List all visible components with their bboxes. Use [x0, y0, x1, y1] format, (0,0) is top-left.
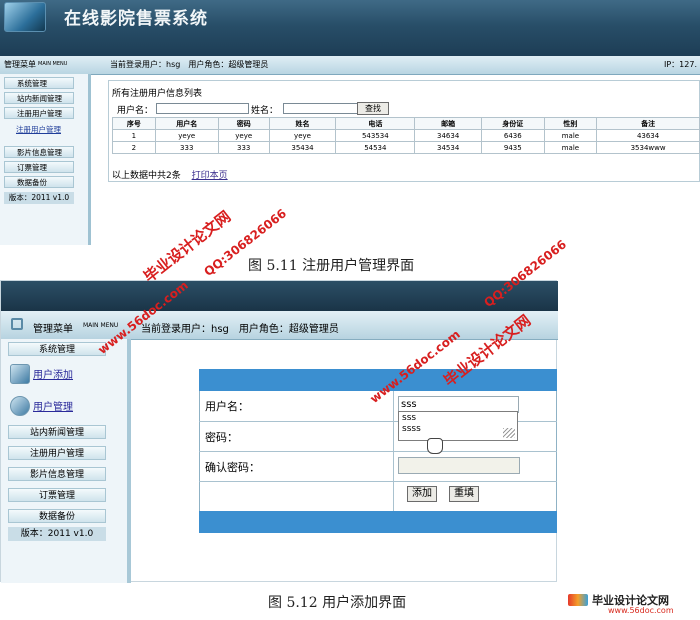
menu-subtitle: MAIN MENU [38, 61, 68, 67]
sidebar-item-backup[interactable]: 数据备份 [8, 509, 106, 523]
table-cell: 34534 [414, 141, 482, 154]
name-label: 姓名： [251, 106, 279, 116]
monitor-logo-icon [4, 2, 46, 32]
row-divider [199, 451, 557, 452]
table-row[interactable]: 1 yeye yeye yeye 543534 34634 6436 male … [112, 129, 700, 142]
username-label: 用户名： [117, 106, 154, 116]
table-cell: male [543, 141, 598, 154]
col-header: 邮箱 [414, 117, 482, 130]
brand-icon [568, 594, 588, 606]
system-title: 在线影院售票系统 [64, 9, 208, 29]
ip-label: IP：127. [664, 60, 697, 69]
status-bar: 管理菜单 MAIN MENU 当前登录用户：hsg 用户角色：超级管理员 [1, 311, 558, 340]
sidebar-item-films[interactable]: 影片信息管理 [8, 467, 106, 481]
table-cell: 333 [217, 141, 270, 154]
table-cell: 2 [112, 141, 156, 154]
summary-text: 以上数据中共2条 打印本页 [112, 168, 228, 181]
search-button[interactable]: 查找 [357, 102, 389, 115]
sidebar-item-system[interactable]: 系统管理 [8, 342, 106, 356]
sidebar-item-users-active[interactable]: 注册用户管理 [4, 124, 74, 136]
link-add-user[interactable]: 用户添加 [33, 366, 73, 381]
table-cell: 3534www [596, 141, 700, 154]
sidebar-item-users[interactable]: 注册用户管理 [4, 107, 74, 119]
figure-5-11: 在线影院售票系统 管理菜单 MAIN MENU 当前登录用户：hsg 用户角色：… [0, 0, 700, 245]
col-header: 密码 [217, 117, 270, 130]
col-header: 姓名 [268, 117, 337, 130]
menu-title: 管理菜单 [4, 60, 36, 69]
username-search-input[interactable] [156, 103, 249, 114]
sidebar-item-users[interactable]: 注册用户管理 [8, 446, 106, 460]
sidebar-item-tickets[interactable]: 订票管理 [4, 161, 74, 173]
table-cell: 543534 [335, 129, 416, 142]
menu-title: 管理菜单 [33, 324, 73, 335]
table-cell: 6436 [480, 129, 545, 142]
print-link[interactable]: 打印本页 [192, 171, 228, 181]
col-header: 用户名 [154, 117, 219, 130]
column-divider [393, 391, 394, 511]
username-label: 用户名： [205, 400, 249, 413]
figure-5-12: 管理菜单 MAIN MENU 当前登录用户：hsg 用户角色：超级管理员 系统管… [0, 280, 558, 583]
reset-button[interactable]: 重填 [449, 486, 479, 502]
current-user: 当前登录用户：hsg 用户角色：超级管理员 [141, 324, 339, 335]
confirm-password-input[interactable] [398, 457, 520, 474]
sidebar-item-news[interactable]: 站内新闻管理 [4, 92, 74, 104]
current-user: 当前登录用户：hsg 用户角色：超级管理员 [110, 60, 269, 69]
col-header: 电话 [335, 117, 416, 130]
status-bar: 管理菜单 MAIN MENU 当前登录用户：hsg 用户角色：超级管理员 IP：… [0, 56, 700, 75]
table-cell: 34634 [414, 129, 482, 142]
menu-icon [11, 318, 23, 330]
menu-subtitle: MAIN MENU [83, 322, 119, 329]
table-cell: male [543, 129, 598, 142]
sidebar-item-tickets[interactable]: 订票管理 [8, 488, 106, 502]
autocomplete-option[interactable]: ssss [402, 424, 514, 435]
sidebar-item-backup[interactable]: 数据备份 [4, 176, 74, 188]
brand-url: www.56doc.com [608, 606, 674, 615]
users-table: 序号 用户名 密码 姓名 电话 邮箱 身份证 性别 备注 1 yeye yeye… [112, 117, 700, 154]
table-row[interactable]: 2 333 333 35434 54534 34534 9435 male 35… [112, 141, 700, 154]
table-cell: yeye [217, 129, 270, 142]
sidebar-item-films[interactable]: 影片信息管理 [4, 146, 74, 158]
hand-cursor-icon [427, 438, 443, 454]
gear-icon [10, 396, 30, 416]
col-header: 身份证 [480, 117, 545, 130]
confirm-password-label: 确认密码： [205, 461, 260, 474]
table-cell: yeye [268, 129, 337, 142]
row-divider [199, 481, 557, 482]
caption-5-11: 图 5.11 注册用户管理界面 [248, 258, 415, 274]
autocomplete-dropdown[interactable]: sss ssss [398, 411, 518, 441]
table-cell: 1 [112, 129, 156, 142]
password-label: 密码： [205, 431, 238, 444]
autocomplete-option[interactable]: sss [402, 413, 514, 424]
top-band [1, 281, 558, 311]
version-label: 版本：2011 v1.0 [8, 527, 106, 541]
resize-grip-icon[interactable] [503, 428, 515, 438]
table-header-row: 序号 用户名 密码 姓名 电话 邮箱 身份证 性别 备注 [112, 117, 700, 130]
table-cell: 54534 [335, 141, 416, 154]
user-add-icon [10, 364, 30, 384]
col-header: 序号 [112, 117, 156, 130]
table-cell: 9435 [480, 141, 545, 154]
list-title: 所有注册用户信息列表 [112, 89, 203, 99]
caption-5-12: 图 5.12 用户添加界面 [268, 595, 407, 611]
link-manage-user[interactable]: 用户管理 [33, 398, 73, 413]
form-footer [199, 511, 557, 533]
sidebar-item-system[interactable]: 系统管理 [4, 77, 74, 89]
table-cell: 43634 [596, 129, 700, 142]
table-cell: 35434 [268, 141, 337, 154]
col-header: 性别 [543, 117, 598, 130]
sidebar-item-news[interactable]: 站内新闻管理 [8, 425, 106, 439]
table-cell: 333 [154, 141, 219, 154]
add-button[interactable]: 添加 [407, 486, 437, 502]
col-header: 备注 [596, 117, 700, 130]
version-label: 版本：2011 v1.0 [4, 192, 74, 204]
record-count: 以上数据中共2条 [112, 171, 181, 181]
table-cell: yeye [154, 129, 219, 142]
